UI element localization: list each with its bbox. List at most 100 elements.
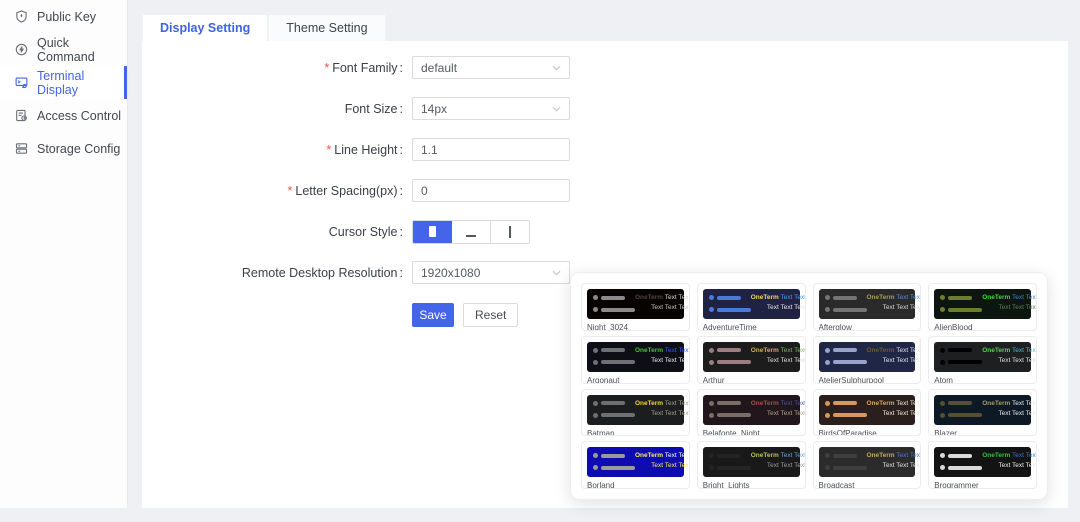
preview-text-line1: Text Text <box>781 294 806 301</box>
preview-dot <box>940 348 945 353</box>
reset-button[interactable]: Reset <box>463 303 518 327</box>
theme-card[interactable]: OneTerm Text Text Text Text Text Brogram… <box>928 441 1037 489</box>
preview-text-line2: Text Text Text <box>635 356 690 366</box>
theme-name-label: Atom <box>934 376 1031 384</box>
preview-dot <box>709 453 714 458</box>
theme-card[interactable]: OneTerm Text Text Text Text Text Atom <box>928 336 1037 384</box>
preview-text-line2: Text Text Text <box>982 303 1037 313</box>
terminal-display-icon <box>15 76 28 89</box>
sidebar-item-label: Access Control <box>37 109 121 123</box>
tab-display-setting[interactable]: Display Setting <box>142 14 268 41</box>
theme-card[interactable]: OneTerm Text Text Text Text Text Argonau… <box>581 336 690 384</box>
preview-bar <box>833 401 857 405</box>
resolution-label: Remote Desktop Resolution: <box>142 266 412 280</box>
theme-terminal-preview: OneTerm Text Text Text Text Text <box>703 289 800 319</box>
preview-brand-text: OneTerm <box>982 294 1010 301</box>
theme-card[interactable]: OneTerm Text Text Text Text Text BirdsOf… <box>813 389 922 437</box>
preview-bar <box>833 308 867 312</box>
theme-card[interactable]: OneTerm Text Text Text Text Text Bright_… <box>697 441 806 489</box>
preview-text-line1: Text Text <box>665 452 690 459</box>
chevron-down-icon <box>552 270 561 276</box>
preview-bar <box>717 413 751 417</box>
tab-theme-setting[interactable]: Theme Setting <box>268 14 385 41</box>
preview-bar <box>717 348 741 352</box>
preview-text-line2: Text Text Text <box>867 303 922 313</box>
preview-bar <box>717 466 751 470</box>
theme-card[interactable]: OneTerm Text Text Text Text Text Arthur <box>697 336 806 384</box>
preview-text-line1: Text Text <box>1012 294 1037 301</box>
preview-text-line1: Text Text <box>896 347 921 354</box>
preview-brand-text: OneTerm <box>751 347 779 354</box>
cursor-bar-option[interactable] <box>491 221 529 243</box>
form-row-font-family: *Font Family: default <box>142 56 1068 79</box>
preview-bar <box>717 296 741 300</box>
theme-terminal-preview: OneTerm Text Text Text Text Text <box>587 289 684 319</box>
sidebar-item-quick-command[interactable]: Quick Command <box>0 33 127 66</box>
theme-card[interactable]: OneTerm Text Text Text Text Text Borland <box>581 441 690 489</box>
theme-terminal-preview: OneTerm Text Text Text Text Text <box>819 289 916 319</box>
sidebar-item-public-key[interactable]: Public Key <box>0 0 127 33</box>
theme-name-label: AlienBlood <box>934 323 1031 331</box>
sidebar-item-storage-config[interactable]: Storage Config <box>0 132 127 165</box>
theme-card[interactable]: OneTerm Text Text Text Text Text Atelier… <box>813 336 922 384</box>
sidebar-item-access-control[interactable]: Access Control <box>0 99 127 132</box>
theme-name-label: Afterglow <box>819 323 916 331</box>
preview-dot <box>709 401 714 406</box>
sidebar-item-label: Public Key <box>37 10 96 24</box>
form-row-cursor-style: Cursor Style: <box>142 220 1068 243</box>
preview-text-line2: Text Text Text <box>635 409 690 419</box>
preview-text-line1: Text Text <box>781 400 806 407</box>
cursor-underline-option[interactable] <box>452 221 491 243</box>
theme-card[interactable]: OneTerm Text Text Text Text Text Aftergl… <box>813 283 922 331</box>
theme-card[interactable]: OneTerm Text Text Text Text Text AlienBl… <box>928 283 1037 331</box>
preview-dot <box>940 465 945 470</box>
preview-bar <box>601 454 625 458</box>
sidebar: Public Key Quick Command Terminal Displa… <box>0 0 128 508</box>
preview-bar <box>833 454 857 458</box>
preview-brand-text: OneTerm <box>635 347 663 354</box>
theme-card[interactable]: OneTerm Text Text Text Text Text Broadca… <box>813 441 922 489</box>
preview-dot <box>709 360 714 365</box>
theme-name-label: Batman <box>587 429 684 437</box>
theme-name-label: AtelierSulphurpool <box>819 376 916 384</box>
sidebar-item-terminal-display[interactable]: Terminal Display <box>0 66 127 99</box>
theme-card[interactable]: OneTerm Text Text Text Text Text Belafon… <box>697 389 806 437</box>
preview-bar <box>948 401 972 405</box>
preview-text-line1: Text Text <box>665 400 690 407</box>
theme-card[interactable]: OneTerm Text Text Text Text Text Batman <box>581 389 690 437</box>
preview-dot <box>940 307 945 312</box>
theme-card[interactable]: OneTerm Text Text Text Text Text Blazer <box>928 389 1037 437</box>
theme-terminal-preview: OneTerm Text Text Text Text Text <box>587 395 684 425</box>
preview-brand-text: OneTerm <box>751 294 779 301</box>
resolution-select[interactable]: 1920x1080 <box>412 261 570 284</box>
preview-text-line2: Text Text Text <box>751 409 806 419</box>
preview-dot <box>593 413 598 418</box>
preview-dot <box>593 295 598 300</box>
preview-bar <box>948 348 972 352</box>
preview-text-line2: Text Text Text <box>751 356 806 366</box>
font-family-select[interactable]: default <box>412 56 570 79</box>
preview-dot <box>709 295 714 300</box>
theme-terminal-preview: OneTerm Text Text Text Text Text <box>934 447 1031 477</box>
preview-text-line2: Text Text Text <box>867 409 922 419</box>
cursor-underline-icon <box>466 235 476 237</box>
preview-text-line2: Text Text Text <box>751 461 806 471</box>
access-control-icon <box>15 109 28 122</box>
preview-text-line2: Text Text Text <box>982 461 1037 471</box>
preview-bar <box>948 360 982 364</box>
preview-dot <box>825 360 830 365</box>
shield-key-icon <box>15 10 28 23</box>
cursor-style-label: Cursor Style: <box>142 225 412 239</box>
font-size-select[interactable]: 14px <box>412 97 570 120</box>
theme-terminal-preview: OneTerm Text Text Text Text Text <box>703 342 800 372</box>
preview-dot <box>825 295 830 300</box>
save-button[interactable]: Save <box>412 303 454 327</box>
letter-spacing-input[interactable] <box>412 179 570 202</box>
line-height-input[interactable] <box>412 138 570 161</box>
preview-text-line1: Text Text <box>665 294 690 301</box>
theme-card[interactable]: OneTerm Text Text Text Text Text Adventu… <box>697 283 806 331</box>
preview-text-line1: Text Text <box>665 347 690 354</box>
cursor-block-option[interactable] <box>413 221 452 243</box>
theme-name-label: Arthur <box>703 376 800 384</box>
theme-card[interactable]: OneTerm Text Text Text Text Text Night_3… <box>581 283 690 331</box>
